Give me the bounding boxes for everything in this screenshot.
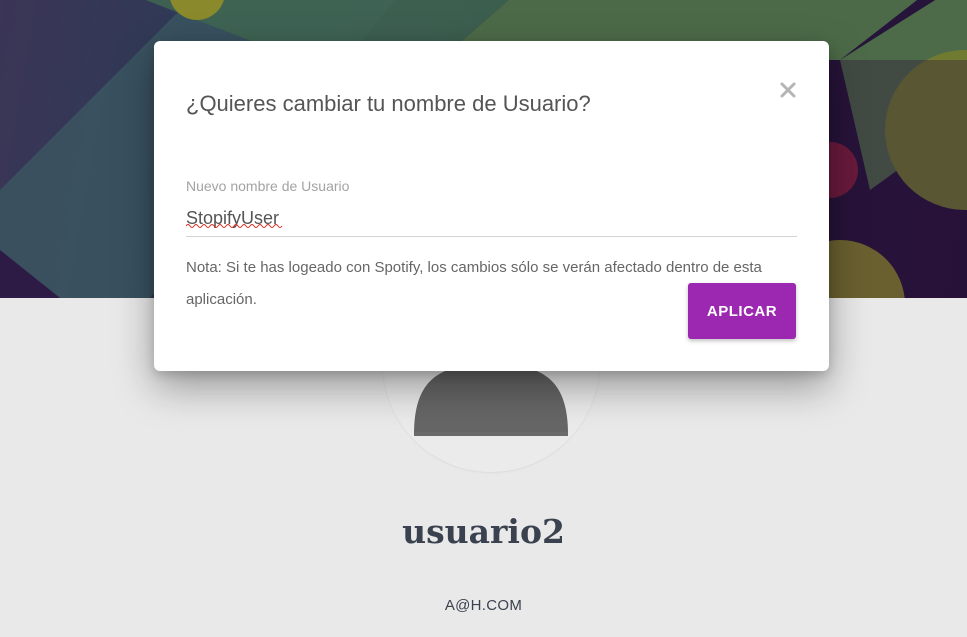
close-button[interactable]: [777, 79, 799, 101]
dialog-title: ¿Quieres cambiar tu nombre de Usuario?: [186, 91, 591, 116]
username-input[interactable]: [186, 201, 797, 237]
username-field-label: Nuevo nombre de Usuario: [186, 178, 350, 194]
profile-username: usuario2: [402, 512, 565, 551]
change-username-dialog: ¿Quieres cambiar tu nombre de Usuario? N…: [154, 41, 829, 371]
apply-button[interactable]: APLICAR: [688, 283, 796, 339]
close-icon: [780, 82, 796, 98]
spellcheck-underline: [186, 224, 283, 228]
profile-email: A@H.COM: [444, 597, 523, 614]
profile-page: usuario2 A@H.COM ¿Quieres cambiar tu nom…: [0, 0, 967, 637]
